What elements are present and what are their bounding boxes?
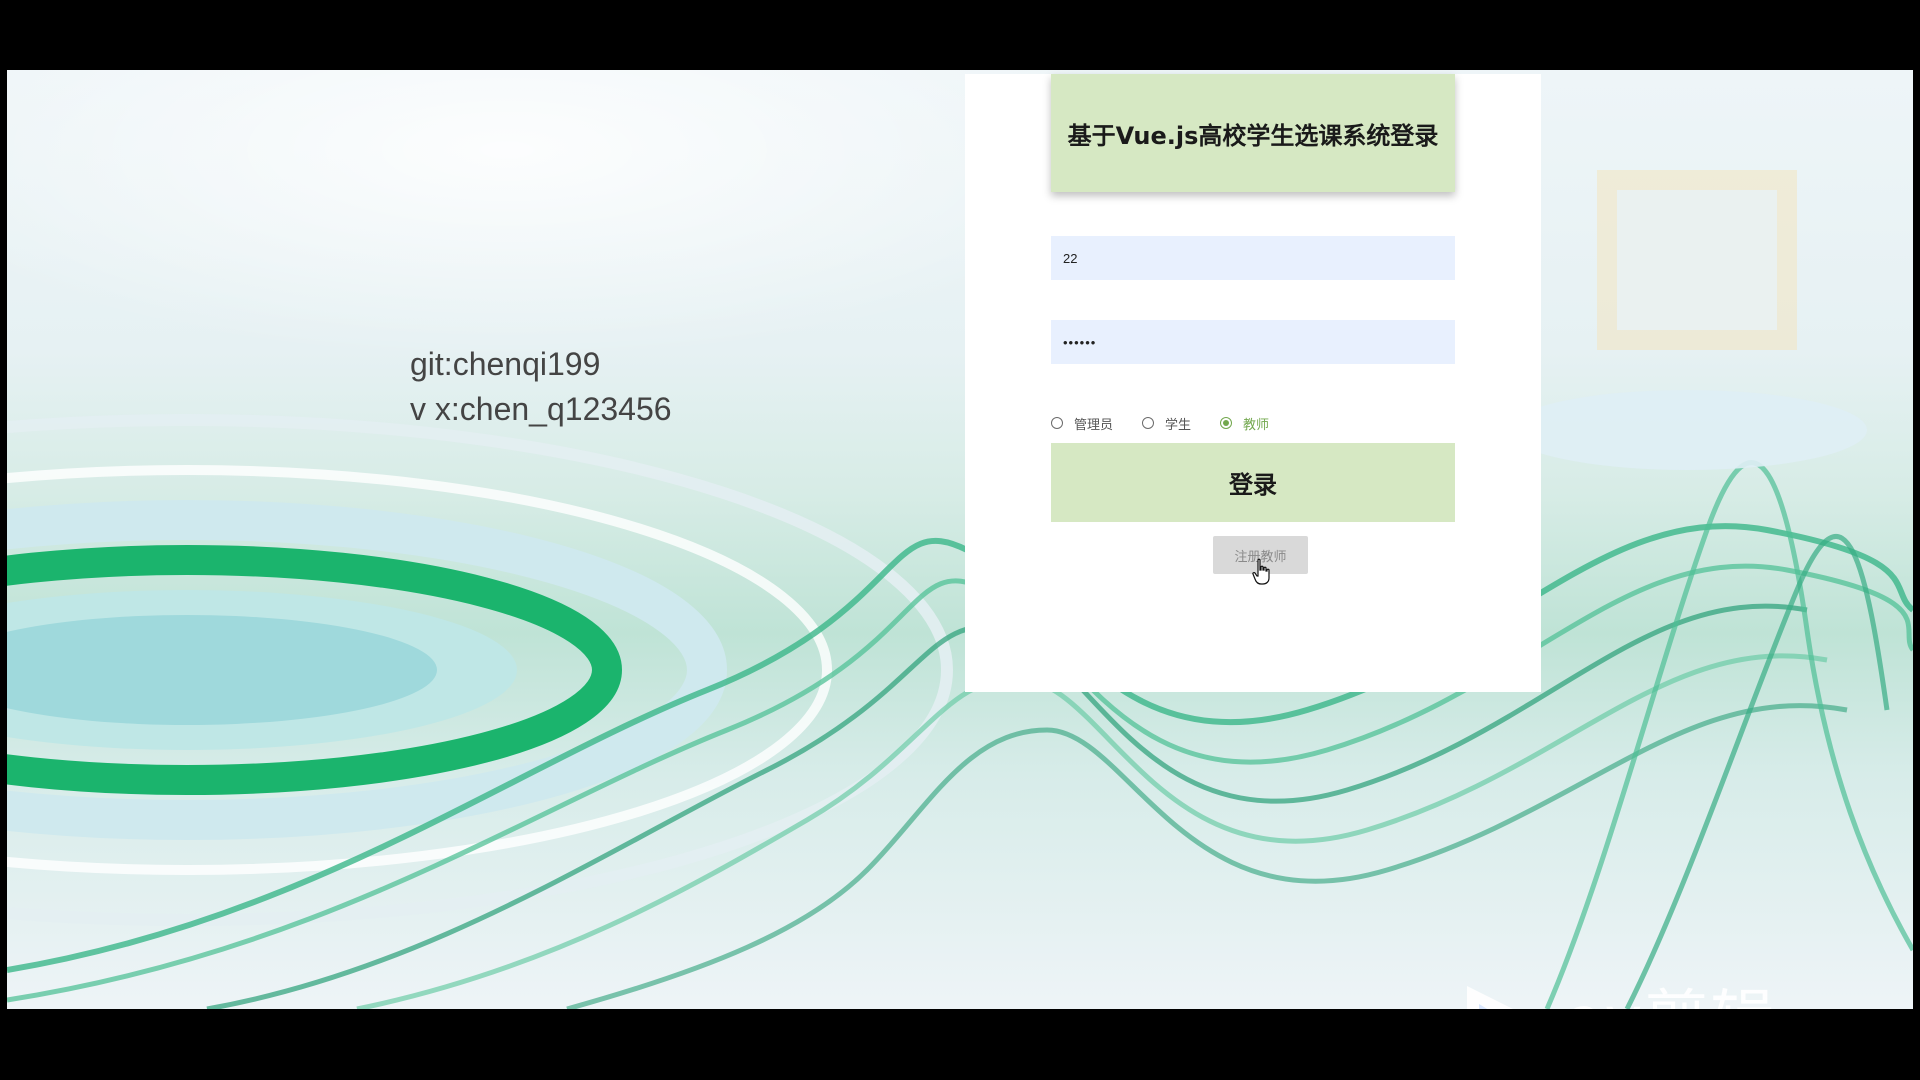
radio-admin[interactable]	[1051, 417, 1063, 429]
login-title-box: 基于Vue.js高校学生选课系统登录	[1051, 74, 1455, 192]
role-teacher[interactable]: 教师	[1220, 414, 1269, 433]
letterbox-bottom	[0, 1009, 1920, 1080]
role-admin[interactable]: 管理员	[1051, 414, 1113, 433]
video-watermark: ev剪辑	[1459, 975, 1839, 1009]
letterbox-right	[1913, 70, 1920, 1009]
radio-student[interactable]	[1142, 417, 1155, 429]
background-waves	[7, 170, 1913, 1009]
login-page: git:chenqi199 v x:chen_q123456 基于Vue.js高…	[7, 70, 1913, 1009]
credit-wechat: v x:chen_q123456	[410, 391, 672, 427]
username-input[interactable]	[1051, 236, 1455, 280]
role-teacher-label: 教师	[1243, 417, 1270, 433]
login-button[interactable]: 登录	[1051, 443, 1455, 522]
watermark-text: ev剪辑	[1563, 969, 1776, 1009]
password-input[interactable]	[1051, 320, 1455, 364]
radio-teacher[interactable]	[1220, 417, 1233, 429]
ev-logo-icon	[1467, 986, 1513, 1009]
role-student[interactable]: 学生	[1142, 414, 1191, 433]
role-radio-group: 管理员 学生 教师	[1051, 413, 1298, 433]
letterbox-left	[0, 70, 7, 1009]
hand-cursor-icon	[1252, 558, 1270, 585]
role-admin-label: 管理员	[1074, 417, 1114, 433]
credit-git: git:chenqi199	[410, 346, 601, 382]
login-card: 基于Vue.js高校学生选课系统登录 管理员 学生 教师 登录 注册教师	[965, 74, 1541, 692]
author-credit: git:chenqi199 v x:chen_q123456	[410, 342, 672, 432]
login-title: 基于Vue.js高校学生选课系统登录	[1067, 121, 1439, 150]
role-student-label: 学生	[1165, 417, 1192, 433]
letterbox-top	[0, 0, 1920, 70]
